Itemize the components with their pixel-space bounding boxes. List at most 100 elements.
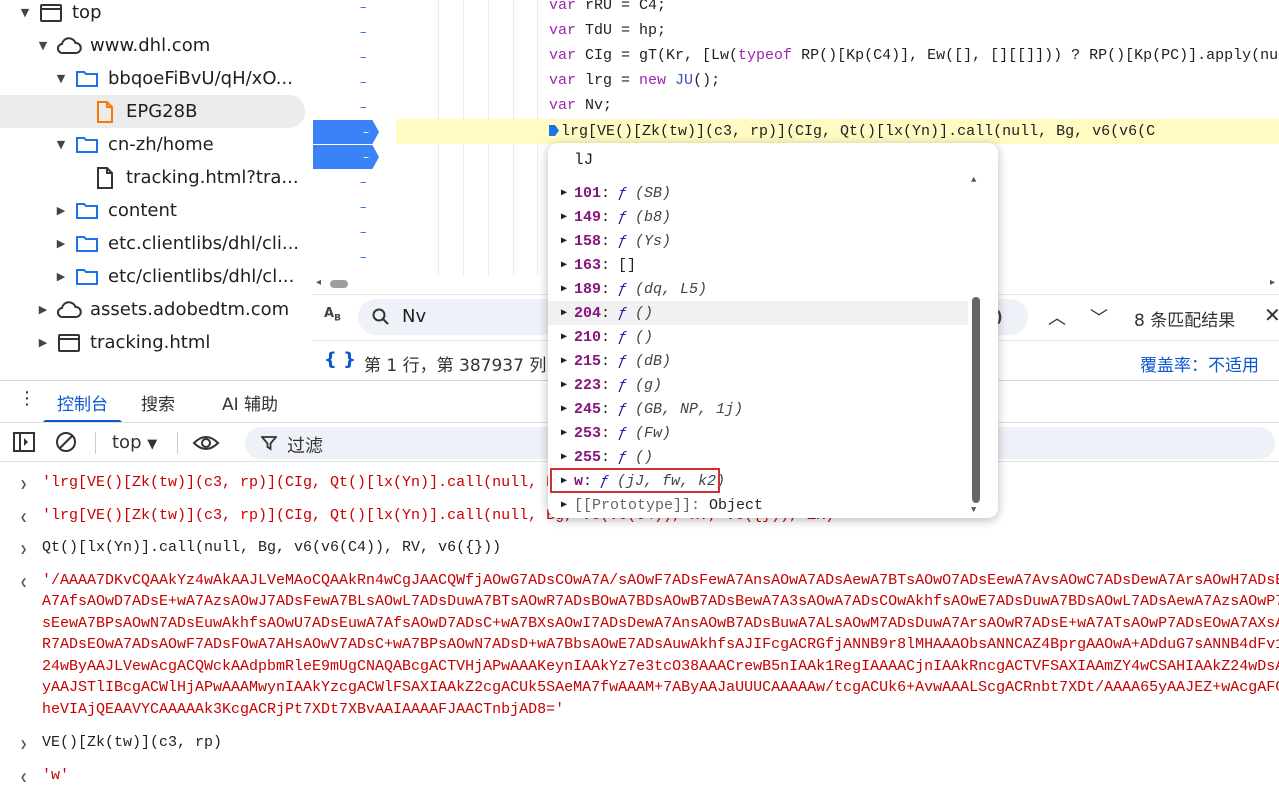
tree-item-label: content	[108, 200, 177, 221]
autocomplete-item[interactable]: ▶ 210: ƒ()	[548, 325, 968, 349]
autocomplete-item[interactable]: ▶ 163:[]	[548, 253, 968, 277]
code-line[interactable]: var TdU = hp;	[549, 18, 666, 43]
filter-icon	[261, 436, 277, 451]
search-input[interactable]: Nv	[402, 306, 426, 327]
breakpoint-marker[interactable]: –	[313, 120, 379, 144]
console-input-entry[interactable]: ❯ VE()[Zk(tw)](c3, rp)	[0, 734, 1279, 756]
tree-item[interactable]: ▼ bbqoeFiBvU/qH/xO...	[0, 62, 312, 95]
tree-item[interactable]: ▶ etc.clientlibs/dhl/cli...	[0, 227, 312, 260]
expand-closed-icon[interactable]: ▶	[548, 235, 574, 247]
expand-closed-icon[interactable]: ▶	[548, 451, 574, 463]
expand-closed-icon[interactable]: ▶	[548, 331, 574, 343]
gutter-line-mark[interactable]: –	[360, 75, 367, 90]
tree-item[interactable]: ▼ cn-zh/home	[0, 128, 312, 161]
expand-closed-icon[interactable]: ▶	[548, 211, 574, 223]
tree-item[interactable]: ▼ top	[0, 0, 312, 29]
inline-breakpoint-icon[interactable]	[549, 125, 559, 136]
tree-item[interactable]: EPG28B	[0, 95, 305, 128]
code-line[interactable]: var Nv;	[549, 93, 612, 118]
expand-closed-icon[interactable]: ▶	[548, 307, 574, 319]
expand-closed-icon[interactable]: ▶	[54, 237, 68, 250]
gutter-line-mark[interactable]: –	[360, 225, 367, 240]
expand-closed-icon[interactable]: ▶	[548, 379, 574, 391]
breakpoint-label: –	[363, 150, 369, 164]
gutter-line-mark[interactable]: –	[360, 0, 367, 15]
file-tree: ▼ top ▼ www.dhl.com ▼ bbqoeFiBvU/qH/xO... EPG2…	[0, 0, 312, 380]
tab-ai-assist[interactable]: AI 辅助	[222, 381, 278, 423]
autocomplete-item[interactable]: ▶ 158: ƒ (Ys)	[548, 229, 968, 253]
code-line[interactable]: var rRU = C4;	[549, 0, 666, 18]
pretty-print-icon[interactable]: { }	[324, 349, 356, 370]
console-output-entry[interactable]: ❮ '/AAAA7DKvCQAAkYz4wAkAAJLVeMAoCQAAkRn4w…	[0, 572, 1279, 727]
clear-console-icon[interactable]	[55, 431, 77, 453]
autocomplete-item[interactable]: ▶ 253: ƒ (Fw)	[548, 421, 968, 445]
next-match-icon[interactable]: ﹀	[1090, 304, 1108, 330]
coverage-status[interactable]: 覆盖率：不适用	[1140, 351, 1259, 376]
live-expression-eye-icon[interactable]	[192, 433, 220, 453]
code-line[interactable]: var CIg = gT(Kr, [Lw(typeof RP()[Kp(C4)]…	[549, 43, 1278, 68]
expand-closed-icon[interactable]: ▶	[548, 427, 574, 439]
expand-closed-icon[interactable]: ▶	[36, 336, 50, 349]
expand-open-icon[interactable]: ▼	[36, 39, 50, 52]
context-selector[interactable]: top ▼	[112, 432, 157, 453]
tab-search[interactable]: 搜索	[141, 381, 175, 423]
expand-closed-icon[interactable]: ▶	[548, 187, 574, 199]
tree-item[interactable]: ▶ tracking.html	[0, 326, 312, 359]
tree-item[interactable]: ▶ content	[0, 194, 312, 227]
tree-item-label: tracking.html	[90, 332, 211, 353]
expand-closed-icon[interactable]: ▶	[36, 303, 50, 316]
tab-console[interactable]: 控制台	[43, 381, 122, 423]
close-search-icon[interactable]: ✕	[1264, 303, 1279, 327]
gutter-line-mark[interactable]: –	[360, 100, 367, 115]
tree-item[interactable]: ▶ etc/clientlibs/dhl/cl...	[0, 260, 312, 293]
expand-closed-icon[interactable]: ▶	[548, 499, 574, 511]
expand-open-icon[interactable]: ▼	[54, 138, 68, 151]
gutter-line-mark[interactable]: –	[360, 25, 367, 40]
search-icon	[372, 308, 389, 325]
expand-closed-icon[interactable]: ▶	[548, 355, 574, 367]
expand-open-icon[interactable]: ▼	[18, 6, 32, 19]
autocomplete-item[interactable]: ▶ 149: ƒ (b8)	[548, 205, 968, 229]
item-value: ()	[635, 328, 654, 346]
tree-item[interactable]: ▼ www.dhl.com	[0, 29, 312, 62]
autocomplete-item[interactable]: ▶ 101: ƒ (SB)	[548, 181, 968, 205]
item-key: 158	[574, 232, 602, 250]
gutter-line-mark[interactable]: –	[360, 175, 367, 190]
expand-closed-icon[interactable]: ▶	[548, 283, 574, 295]
tree-item[interactable]: tracking.html?tra...	[0, 161, 312, 194]
autocomplete-item[interactable]: ▶ 223: ƒ (g)	[548, 373, 968, 397]
gutter-line-mark[interactable]: –	[360, 250, 367, 265]
expand-closed-icon[interactable]: ▶	[548, 259, 574, 271]
console-input-entry[interactable]: ❯ Qt()[lx(Yn)].call(null, Bg, v6(v6(C4)),…	[0, 539, 1279, 561]
window-icon	[38, 2, 64, 24]
tree-item[interactable]: ▶ assets.adobedtm.com	[0, 293, 312, 326]
expand-closed-icon[interactable]: ▶	[548, 403, 574, 415]
autocomplete-item[interactable]: ▶ 189: ƒ (dq, L5)	[548, 277, 968, 301]
expand-closed-icon[interactable]: ▶	[54, 270, 68, 283]
breakpoint-marker[interactable]: –	[313, 145, 379, 169]
autocomplete-item[interactable]: ▶ [[Prototype]]: Object	[548, 493, 968, 517]
current-code-line[interactable]: lrg[VE()[Zk(tw)](c3, rp)](CIg, Qt()[lx(Y…	[549, 119, 1155, 144]
popup-scrollbar[interactable]: ▲ ▼	[971, 175, 980, 515]
autocomplete-item[interactable]: ▶ 215: ƒ (dB)	[548, 349, 968, 373]
function-glyph: ƒ	[618, 352, 628, 370]
folder-icon	[74, 200, 100, 222]
console-output-entry[interactable]: ❮ 'w'	[0, 767, 1279, 789]
gutter-line-mark[interactable]: –	[360, 50, 367, 65]
gutter-line-mark[interactable]: –	[360, 200, 367, 215]
expand-open-icon[interactable]: ▼	[54, 72, 68, 85]
code-token: new	[639, 72, 676, 89]
autocomplete-popup[interactable]: lJ ▶ 101: ƒ (SB) ▶ 149: ƒ (b8) ▶ 158: ƒ (Ys) ▶ 163:[]…	[548, 143, 998, 518]
tree-item-label: EPG28B	[126, 101, 198, 122]
autocomplete-item[interactable]: ▶ 245: ƒ (GB, NP, 1j)	[548, 397, 968, 421]
tree-item-label: tracking.html?tra...	[126, 167, 299, 188]
item-key: 101	[574, 184, 602, 202]
previous-match-icon[interactable]: ︿	[1048, 304, 1066, 330]
sidebar-toggle-icon[interactable]	[13, 432, 35, 452]
code-line[interactable]: var lrg = new JU();	[549, 68, 720, 93]
drawer-menu-icon[interactable]: ⋮	[18, 390, 36, 408]
replace-toggle-icon[interactable]: AB	[324, 306, 341, 324]
autocomplete-item[interactable]: ▶ 204: ƒ()	[548, 301, 968, 325]
expand-closed-icon[interactable]: ▶	[54, 204, 68, 217]
autocomplete-item[interactable]: ▶ 255: ƒ()	[548, 445, 968, 469]
